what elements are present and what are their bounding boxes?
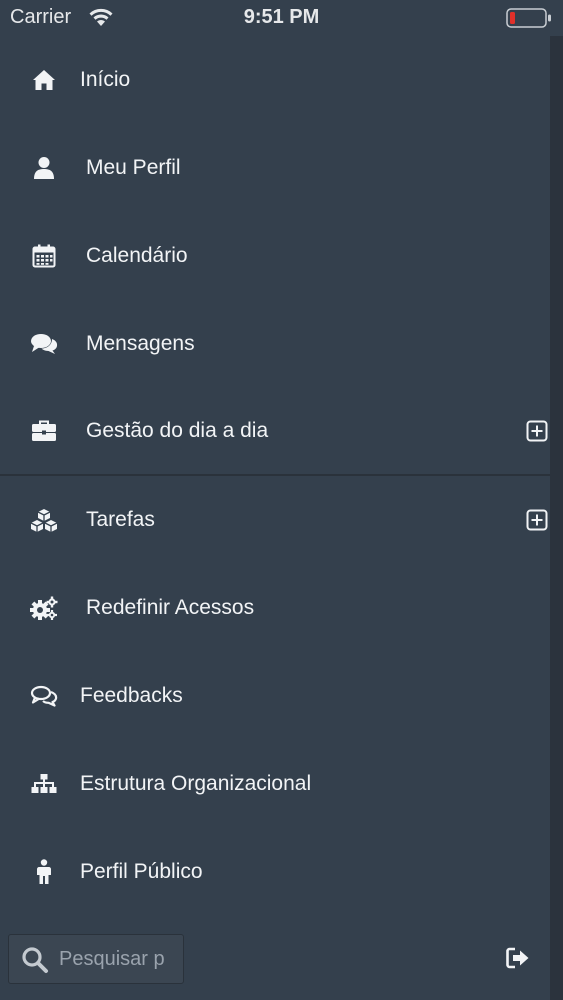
menu-item-tarefas[interactable]: Tarefas	[0, 476, 550, 564]
menu-item-label: Redefinir Acessos	[86, 596, 255, 619]
comment-bubbles-icon	[28, 680, 60, 712]
nav-menu: Início Meu Perfil Calendário Mensagens G…	[0, 36, 550, 916]
logout-icon[interactable]	[506, 947, 530, 969]
cogs-icon	[28, 592, 60, 624]
calendar-icon	[28, 240, 60, 272]
menu-item-label: Início	[80, 68, 131, 91]
content-edge	[550, 0, 563, 1000]
status-time: 9:51 PM	[243, 6, 320, 28]
expand-plus-icon[interactable]	[526, 420, 548, 442]
cubes-icon	[28, 504, 60, 536]
menu-item-label: Perfil Público	[80, 860, 203, 883]
menu-item-label: Mensagens	[86, 332, 195, 355]
bottom-bar	[0, 928, 550, 1000]
menu-item-label: Gestão do dia a dia	[86, 419, 269, 442]
menu-item-estrutura-organizacional[interactable]: Estrutura Organizacional	[0, 740, 550, 828]
menu-item-label: Tarefas	[86, 508, 155, 531]
home-icon	[28, 64, 60, 96]
expand-plus-icon[interactable]	[526, 509, 548, 531]
side-menu-screen: Carrier 9:51 PM Início Meu Perfil Calend…	[0, 0, 563, 1000]
user-icon	[28, 152, 60, 184]
menu-item-label: Meu Perfil	[86, 156, 181, 179]
menu-item-feedbacks[interactable]: Feedbacks	[0, 652, 550, 740]
menu-item-mensagens[interactable]: Mensagens	[0, 300, 550, 388]
menu-item-redefinir-acessos[interactable]: Redefinir Acessos	[0, 564, 550, 652]
menu-item-gestao-do-dia-a-dia[interactable]: Gestão do dia a dia	[0, 388, 550, 476]
person-standing-icon	[28, 856, 60, 888]
battery-icon	[506, 8, 551, 28]
search-box[interactable]	[8, 934, 184, 984]
menu-item-meu-perfil[interactable]: Meu Perfil	[0, 124, 550, 212]
sitemap-icon	[28, 768, 60, 800]
comments-icon	[28, 328, 60, 360]
menu-item-perfil-publico[interactable]: Perfil Público	[0, 828, 550, 916]
menu-item-inicio[interactable]: Início	[0, 36, 550, 124]
briefcase-icon	[28, 415, 60, 447]
menu-item-calendario[interactable]: Calendário	[0, 212, 550, 300]
status-bar: Carrier 9:51 PM	[0, 0, 563, 36]
menu-item-label: Calendário	[86, 244, 188, 267]
menu-item-label: Estrutura Organizacional	[80, 772, 312, 795]
search-icon	[22, 947, 48, 973]
search-input[interactable]	[59, 943, 177, 975]
menu-item-label: Feedbacks	[80, 684, 183, 707]
